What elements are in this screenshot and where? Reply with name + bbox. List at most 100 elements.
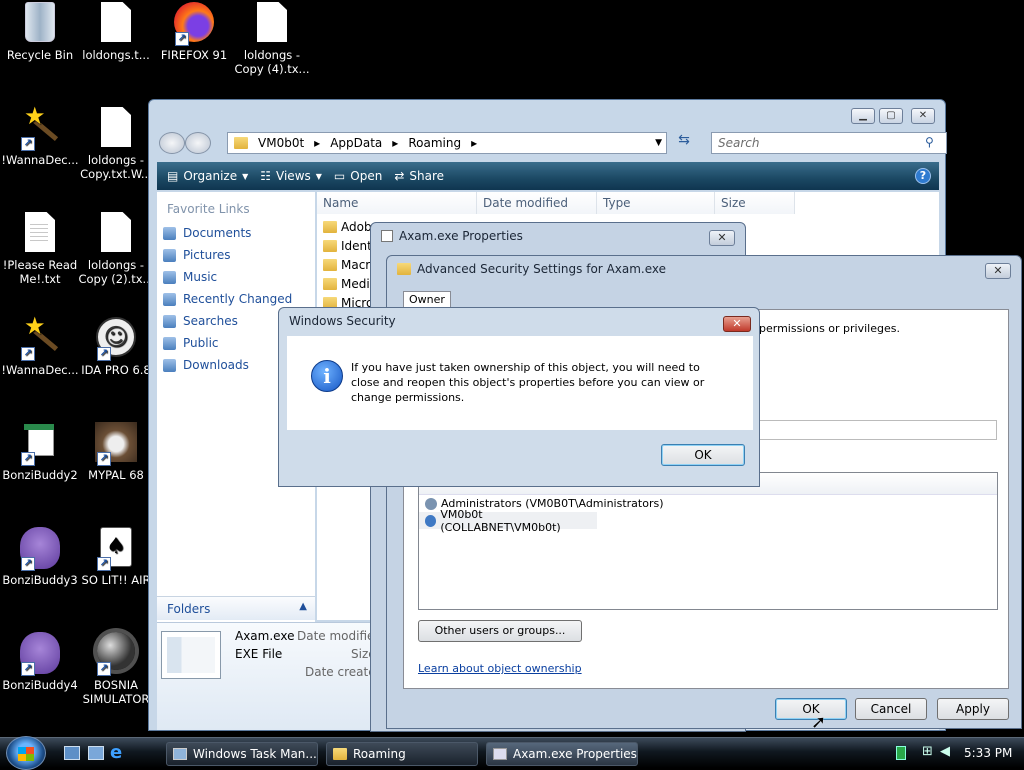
cards-icon: ♠ ↗ [95, 527, 137, 571]
desktop-icon[interactable]: loldongs - Copy (2).tx... [76, 212, 156, 286]
security-close-button[interactable]: ✕ [723, 316, 751, 332]
txt-icon [19, 212, 61, 256]
forward-button[interactable] [185, 132, 211, 154]
internet-explorer-icon[interactable]: e [110, 742, 122, 763]
back-button[interactable] [159, 132, 185, 154]
security-message-area: i If you have just taken ownership of th… [287, 336, 753, 430]
dropdown-arrow-icon[interactable]: ▼ [655, 138, 662, 148]
desktop-icon[interactable]: loldongs - Copy.txt.W... [76, 107, 156, 181]
desktop-icon[interactable]: loldongs - Copy (4).tx... [232, 2, 312, 76]
desktop-icon-label: loldongs - Copy (2).tx... [78, 258, 154, 286]
details-filetype: EXE File [235, 647, 283, 661]
desktop-icon[interactable]: ↗ BonziBuddy3 [0, 527, 80, 587]
search-icon[interactable]: ⚲ [925, 135, 934, 149]
chevron-right-icon: ▸ [314, 136, 321, 150]
open-icon: ▭ [333, 169, 346, 183]
favorite-link-label: Music [183, 270, 218, 284]
folder-icon [323, 278, 337, 290]
folder-icon [323, 221, 337, 233]
address-bar[interactable]: VM0b0t ▸ AppData ▸ Roaming ▸ ▼ [227, 132, 667, 154]
help-icon[interactable]: ? [915, 168, 931, 184]
owner-list-item[interactable]: VM0b0t (COLLABNET\VM0b0t) [419, 508, 597, 534]
firefox-icon: ↗ [173, 2, 215, 46]
shortcut-arrow-icon: ↗ [21, 347, 35, 361]
column-date[interactable]: Date modified [477, 192, 597, 214]
chevron-right-icon: ▸ [471, 136, 478, 150]
share-button[interactable]: ⇄ Share [392, 162, 454, 190]
mypal-icon: ↗ [95, 422, 137, 466]
desktop-icon[interactable]: ↗ BonziBuddy2 [0, 422, 80, 482]
desktop-icon[interactable]: ↗ BOSNIA SIMULATOR [76, 632, 156, 706]
tray-app-icon[interactable] [896, 746, 906, 760]
network-icon[interactable]: ⊞ [922, 744, 933, 759]
desktop-icon-label: BonziBuddy3 [2, 573, 78, 587]
organize-button[interactable]: ▤ Organize ▼ [165, 162, 258, 190]
desktop-icon[interactable]: ♠ ↗ SO LIT!! AIR [76, 527, 156, 587]
breadcrumb-1[interactable]: AppData [330, 136, 382, 150]
learn-ownership-link[interactable]: Learn about object ownership [418, 662, 582, 675]
refresh-icon[interactable]: ⇆ [673, 132, 695, 154]
properties-close-button[interactable]: ✕ [709, 230, 735, 246]
favorite-link-label: Searches [183, 314, 238, 328]
desktop-icon[interactable]: ★ ↗ !WannaDec... [0, 314, 80, 377]
security-ok-button[interactable]: OK [661, 444, 745, 466]
ida-icon: ☺ ↗ [95, 317, 137, 361]
owner-list[interactable]: Administrators (VM0B0T\Administrators) VM… [418, 472, 998, 610]
window-icon [493, 748, 507, 760]
maximize-button[interactable]: ▢ [879, 108, 903, 124]
start-button[interactable] [6, 736, 46, 770]
breadcrumb-2[interactable]: Roaming [408, 136, 461, 150]
desktop-icon-label: !WannaDec... [1, 153, 79, 167]
desktop-icon[interactable]: ↗ BonziBuddy4 [0, 632, 80, 692]
desktop-icon[interactable]: loldongs.t... [76, 2, 156, 62]
close-button[interactable]: ✕ [911, 108, 935, 124]
desktop-icon[interactable]: ↗ MYPAL 68 [76, 422, 156, 482]
views-button[interactable]: ☷ Views ▼ [258, 162, 332, 190]
column-name[interactable]: Name [317, 192, 477, 214]
desktop-icon[interactable]: ↗ FIREFOX 91 [154, 2, 234, 62]
breadcrumb-0[interactable]: VM0b0t [258, 136, 304, 150]
address-bar-row: VM0b0t ▸ AppData ▸ Roaming ▸ ▼ ⇆ Search ⚲ [159, 130, 947, 156]
clock[interactable]: 5:33 PM [964, 746, 1012, 760]
desktop-icon[interactable]: Recycle Bin [0, 2, 80, 62]
favorite-link[interactable]: Music [157, 266, 315, 288]
open-button[interactable]: ▭ Open [332, 162, 392, 190]
bonzi-icon: ↗ [19, 527, 61, 571]
task-properties[interactable]: Axam.exe Properties [486, 742, 638, 766]
column-size[interactable]: Size [715, 192, 795, 214]
tab-owner[interactable]: Owner [403, 291, 451, 307]
desktop-icon-label: Recycle Bin [6, 48, 74, 62]
other-users-button[interactable]: Other users or groups... [418, 620, 582, 642]
mouse-cursor-icon: ➚ [811, 712, 827, 733]
desktop-icon-label: !Please Read Me!.txt [2, 258, 78, 286]
recycle-icon [19, 2, 61, 46]
shortcut-arrow-icon: ↗ [175, 32, 189, 46]
adv-apply-button[interactable]: Apply [937, 698, 1009, 720]
desktop-icon[interactable]: ☺ ↗ IDA PRO 6.8 [76, 317, 156, 377]
column-type[interactable]: Type [597, 192, 715, 214]
minimize-button[interactable]: ▁ [851, 108, 875, 124]
switch-windows-icon[interactable] [88, 746, 104, 760]
favorite-link-label: Pictures [183, 248, 231, 262]
volume-icon[interactable]: ◀ [940, 744, 950, 759]
favorite-link-label: Documents [183, 226, 252, 240]
task-task-manager[interactable]: Windows Task Man... [166, 742, 318, 766]
details-filename: Axam.exe [235, 629, 295, 643]
desktop-icon[interactable]: ★ ↗ !WannaDec... [0, 104, 80, 167]
properties-title-text: Axam.exe Properties [399, 229, 523, 243]
favorite-link-label: Recently Changed [183, 292, 293, 306]
favorite-link[interactable]: Documents [157, 222, 315, 244]
task-roaming[interactable]: Roaming [326, 742, 478, 766]
adv-cancel-button[interactable]: Cancel [855, 698, 927, 720]
show-desktop-icon[interactable] [64, 746, 80, 760]
chevron-up-icon: ▲ [299, 601, 307, 612]
info-text: permissions or privileges. [759, 322, 900, 335]
adv-close-button[interactable]: ✕ [985, 263, 1011, 279]
adv-title: Advanced Security Settings for Axam.exe [397, 262, 666, 276]
desktop-icon[interactable]: !Please Read Me!.txt [0, 212, 80, 286]
folders-toggle[interactable]: Folders ▲ [157, 596, 315, 620]
favorite-link[interactable]: Pictures [157, 244, 315, 266]
folder-icon [163, 336, 176, 350]
search-input[interactable]: Search [711, 132, 947, 154]
bonzi2-icon: ↗ [19, 422, 61, 466]
